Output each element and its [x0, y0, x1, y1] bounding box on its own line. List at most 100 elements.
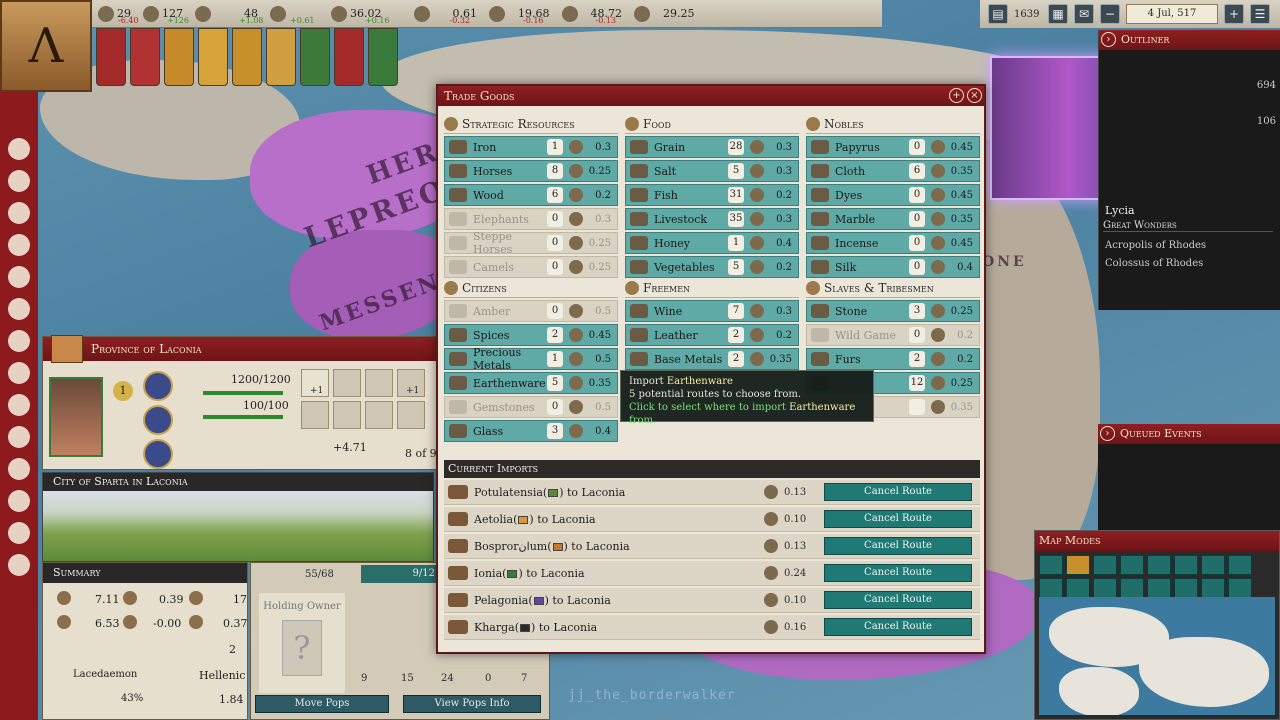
- religion-icon[interactable]: [143, 371, 173, 401]
- outliner-province[interactable]: Lycia: [1105, 204, 1135, 217]
- trade-good-row[interactable]: Gemstones 0 0.5: [444, 396, 618, 418]
- trade-good-row[interactable]: Precious Metals 1 0.5: [444, 346, 618, 372]
- trade-good-row[interactable]: Incense 0 0.45: [806, 232, 980, 254]
- trade-good-row[interactable]: Steppe Horses 0 0.25: [444, 230, 618, 256]
- mapmode-button[interactable]: [1201, 578, 1225, 598]
- resource-manpower[interactable]: 127 +126: [137, 0, 189, 28]
- trade-good-row[interactable]: Spices 2 0.45: [444, 324, 618, 346]
- sidebar-economy-icon[interactable]: [8, 170, 30, 192]
- resource-aggressive-expansion[interactable]: 0.61 -0.32: [408, 0, 484, 28]
- banner-item[interactable]: [266, 28, 296, 86]
- resource-war-exhaustion[interactable]: 19.68 -0.16: [483, 0, 556, 28]
- mapmode-button[interactable]: [1201, 555, 1225, 575]
- cancel-route-button[interactable]: Cancel Route: [824, 510, 972, 528]
- trade-good-row[interactable]: Marble 0 0.35: [806, 208, 980, 230]
- cancel-route-button[interactable]: Cancel Route: [824, 537, 972, 555]
- trade-good-row[interactable]: Silk 0 0.4: [806, 256, 980, 278]
- banner-item[interactable]: [368, 28, 398, 86]
- mapmode-button[interactable]: [1093, 555, 1117, 575]
- trade-good-row[interactable]: Honey 1 0.4: [625, 232, 799, 254]
- trade-good-row[interactable]: Stone 3 0.25: [806, 300, 980, 322]
- city-panel[interactable]: City of Sparta in Laconia: [42, 472, 434, 562]
- speed-increase-button[interactable]: +: [1224, 4, 1244, 24]
- holding-owner[interactable]: Holding Owner?: [259, 593, 345, 693]
- grid-button[interactable]: ▦: [1048, 4, 1068, 24]
- mapmode-button[interactable]: [1039, 555, 1063, 575]
- trade-good-row[interactable]: Horses 8 0.25: [444, 160, 618, 182]
- cancel-route-button[interactable]: Cancel Route: [824, 564, 972, 582]
- resource-stability[interactable]: 48 +1.08: [189, 0, 264, 28]
- mapmode-button[interactable]: [1066, 578, 1090, 598]
- cancel-route-button[interactable]: Cancel Route: [824, 618, 972, 636]
- trade-good-row[interactable]: Livestock 35 0.3: [625, 208, 799, 230]
- mapmode-button[interactable]: [1093, 578, 1117, 598]
- chat-button[interactable]: ✉: [1074, 4, 1094, 24]
- building-slot[interactable]: [301, 401, 329, 429]
- trade-good-row[interactable]: Iron 1 0.3: [444, 136, 618, 158]
- mapmode-button[interactable]: [1147, 555, 1171, 575]
- trade-icon[interactable]: [143, 439, 173, 469]
- mapmode-button[interactable]: [1039, 578, 1063, 598]
- sidebar-technology-icon[interactable]: [8, 362, 30, 384]
- trade-good-row[interactable]: Glass 3 0.4: [444, 420, 618, 442]
- banner-item[interactable]: [130, 28, 160, 86]
- source-country[interactable]: Aetolia: [474, 513, 513, 526]
- sidebar-government-icon[interactable]: [8, 138, 30, 160]
- trade-good-row[interactable]: Wood 6 0.2: [444, 184, 618, 206]
- trade-good-row[interactable]: Wild Game 0 0.2: [806, 324, 980, 346]
- resource-legitimacy[interactable]: 36.02 +0.16: [325, 0, 390, 28]
- mapmode-button[interactable]: [1174, 555, 1198, 575]
- sidebar-diplomacy-icon[interactable]: [8, 234, 30, 256]
- pop-slots[interactable]: 9/12: [361, 565, 441, 583]
- culture-icon[interactable]: [143, 405, 173, 435]
- cancel-route-button[interactable]: Cancel Route: [824, 483, 972, 501]
- building-slot[interactable]: [397, 401, 425, 429]
- wonder-item[interactable]: Acropolis of Rhodes: [1105, 240, 1206, 251]
- mapmode-button[interactable]: [1120, 578, 1144, 598]
- ledger-button[interactable]: ▤: [988, 4, 1008, 24]
- mapmode-button[interactable]: [1066, 555, 1090, 575]
- trade-good-row[interactable]: Papyrus 0 0.45: [806, 136, 980, 158]
- banner-item[interactable]: [334, 28, 364, 86]
- mapmode-button[interactable]: [1147, 578, 1171, 598]
- source-country[interactable]: Pelagonia: [474, 594, 528, 607]
- sidebar-religion-icon[interactable]: [8, 266, 30, 288]
- building-slot[interactable]: [365, 401, 393, 429]
- mapmode-button[interactable]: [1174, 578, 1198, 598]
- trade-good-row[interactable]: Amber 0 0.5: [444, 300, 618, 322]
- speed-decrease-button[interactable]: −: [1100, 4, 1120, 24]
- trade-good-row[interactable]: Salt 5 0.3: [625, 160, 799, 182]
- sidebar-settings-icon[interactable]: [8, 554, 30, 576]
- trade-good-row[interactable]: Furs 2 0.2: [806, 348, 980, 370]
- mapmode-button[interactable]: [1228, 555, 1252, 575]
- sidebar-ideas-icon[interactable]: [8, 394, 30, 416]
- trade-good-row[interactable]: Earthenware 5 0.35: [444, 372, 618, 394]
- trade-good-row[interactable]: Camels 0 0.25: [444, 256, 618, 278]
- resource-treasury[interactable]: 29 -6.40: [92, 0, 139, 28]
- game-date[interactable]: 4 Jul, 517: [1126, 4, 1218, 24]
- building-slot[interactable]: [333, 401, 361, 429]
- building-slot[interactable]: [333, 369, 361, 397]
- country-flag[interactable]: Λ: [0, 0, 92, 92]
- minimap[interactable]: [1039, 597, 1275, 715]
- sidebar-military-icon[interactable]: [8, 202, 30, 224]
- mapmode-button[interactable]: [1228, 578, 1252, 598]
- resource-military-experience[interactable]: 29.25: [628, 0, 701, 28]
- collapse-icon[interactable]: ›: [1101, 32, 1116, 47]
- trade-good-row[interactable]: Fish 31 0.2: [625, 184, 799, 206]
- sidebar-ledger-icon[interactable]: [8, 426, 30, 448]
- sidebar-missions-icon[interactable]: [8, 458, 30, 480]
- trade-good-row[interactable]: Grain 28 0.3: [625, 136, 799, 158]
- source-country[interactable]: Bosprorانum: [474, 540, 547, 553]
- trade-good-row[interactable]: Wine 7 0.3: [625, 300, 799, 322]
- source-country[interactable]: Potulatensia: [474, 486, 543, 499]
- mapmode-button[interactable]: [1120, 555, 1144, 575]
- collapse-icon[interactable]: ›: [1100, 426, 1115, 441]
- move-pops-button[interactable]: Move Pops: [255, 695, 389, 713]
- banner-item[interactable]: [300, 28, 330, 86]
- sidebar-culture-icon[interactable]: [8, 298, 30, 320]
- resource-tyranny[interactable]: +0.61: [264, 0, 315, 28]
- menu-button[interactable]: ☰: [1250, 4, 1270, 24]
- building-slot[interactable]: +1: [397, 369, 425, 397]
- sidebar-laws-icon[interactable]: [8, 490, 30, 512]
